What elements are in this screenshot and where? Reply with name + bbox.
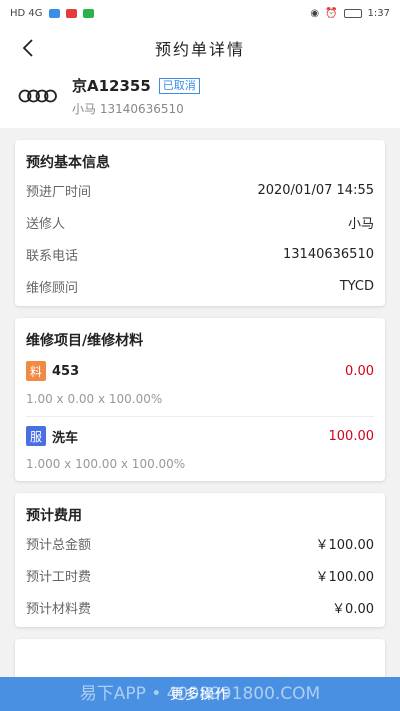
row-label: 送修人 [26, 216, 66, 232]
status-badge: 已取消 [158, 77, 200, 94]
info-row: 维修顾问 TYCD [26, 270, 374, 302]
page-title: 预约单详情 [154, 40, 245, 59]
card-title: 预计费用 [26, 508, 82, 524]
fee-row: 预计工时费 ￥100.00 [26, 559, 374, 591]
material-tag-icon: 料 [26, 361, 46, 381]
item-formula: 1.00 x 0.00 x 100.00% [26, 392, 163, 406]
row-value: 小马 [347, 216, 374, 232]
car-brand-logo-icon [18, 89, 57, 103]
chevron-left-icon [22, 39, 33, 57]
app-icon [48, 8, 60, 18]
row-label: 联系电话 [26, 248, 79, 264]
repair-items-card: 维修项目/维修材料 料 453 0.00 1.00 x 0.00 x 100.0… [15, 318, 385, 481]
info-row: 送修人 小马 [26, 206, 374, 238]
row-label: 预计总金额 [26, 537, 92, 553]
row-label: 预计工时费 [26, 569, 92, 585]
fee-row: 预计总金额 ￥100.00 [26, 527, 374, 559]
row-value: TYCD [339, 278, 374, 294]
basic-info-card: 预约基本信息 预进厂时间 2020/01/07 14:55 送修人 小马 联系电… [15, 140, 385, 306]
service-tag-icon: 服 [26, 426, 46, 446]
row-value: ￥100.00 [315, 537, 375, 553]
alarm-icon: ⏰ [325, 7, 338, 19]
status-time: 1:37 [367, 7, 390, 19]
estimated-fees-card: 预计费用 预计总金额 ￥100.00 预计工时费 ￥100.00 预计材料费 ￥… [15, 493, 385, 627]
row-label: 预进厂时间 [26, 184, 92, 200]
vehicle-header: 京A12355 已取消 小马 13140636510 [0, 70, 400, 128]
row-label: 预计材料费 [26, 601, 92, 617]
license-plate: 京A12355 [72, 77, 151, 95]
row-value: 2020/01/07 14:55 [257, 182, 374, 198]
nav-bar: 预约单详情 [0, 26, 400, 70]
row-label: 维修顾问 [26, 280, 79, 296]
back-button[interactable] [14, 34, 42, 62]
card-title: 预约基本信息 [26, 155, 110, 171]
more-actions-label: 更多操作 [170, 687, 230, 703]
list-item[interactable]: 料 453 0.00 1.00 x 0.00 x 100.00% [26, 352, 374, 416]
item-name: 洗车 [52, 430, 79, 446]
item-name: 453 [52, 363, 80, 379]
item-price: 0.00 [345, 363, 374, 379]
row-value: ￥0.00 [332, 601, 374, 617]
list-item[interactable]: 服 洗车 100.00 1.000 x 100.00 x 100.00% [26, 416, 374, 481]
eye-icon: ◉ [310, 7, 320, 19]
battery-icon [343, 8, 362, 18]
more-actions-button[interactable]: 更多操作 [0, 677, 400, 711]
item-price: 100.00 [328, 428, 375, 444]
fee-row: 预计材料费 ￥0.00 [26, 591, 374, 623]
status-network-text: HD 4G [10, 7, 43, 19]
row-value: ￥100.00 [315, 569, 375, 585]
card-title: 维修项目/维修材料 [26, 333, 144, 349]
app-icon [82, 8, 94, 18]
partial-card [15, 639, 385, 679]
owner-info: 小马 13140636510 [72, 102, 184, 116]
status-bar: HD 4G ◉ ⏰ 1:37 [0, 0, 400, 26]
info-row: 联系电话 13140636510 [26, 238, 374, 270]
app-icon [65, 8, 77, 18]
item-formula: 1.000 x 100.00 x 100.00% [26, 457, 186, 471]
row-value: 13140636510 [283, 246, 374, 262]
info-row: 预进厂时间 2020/01/07 14:55 [26, 174, 374, 206]
